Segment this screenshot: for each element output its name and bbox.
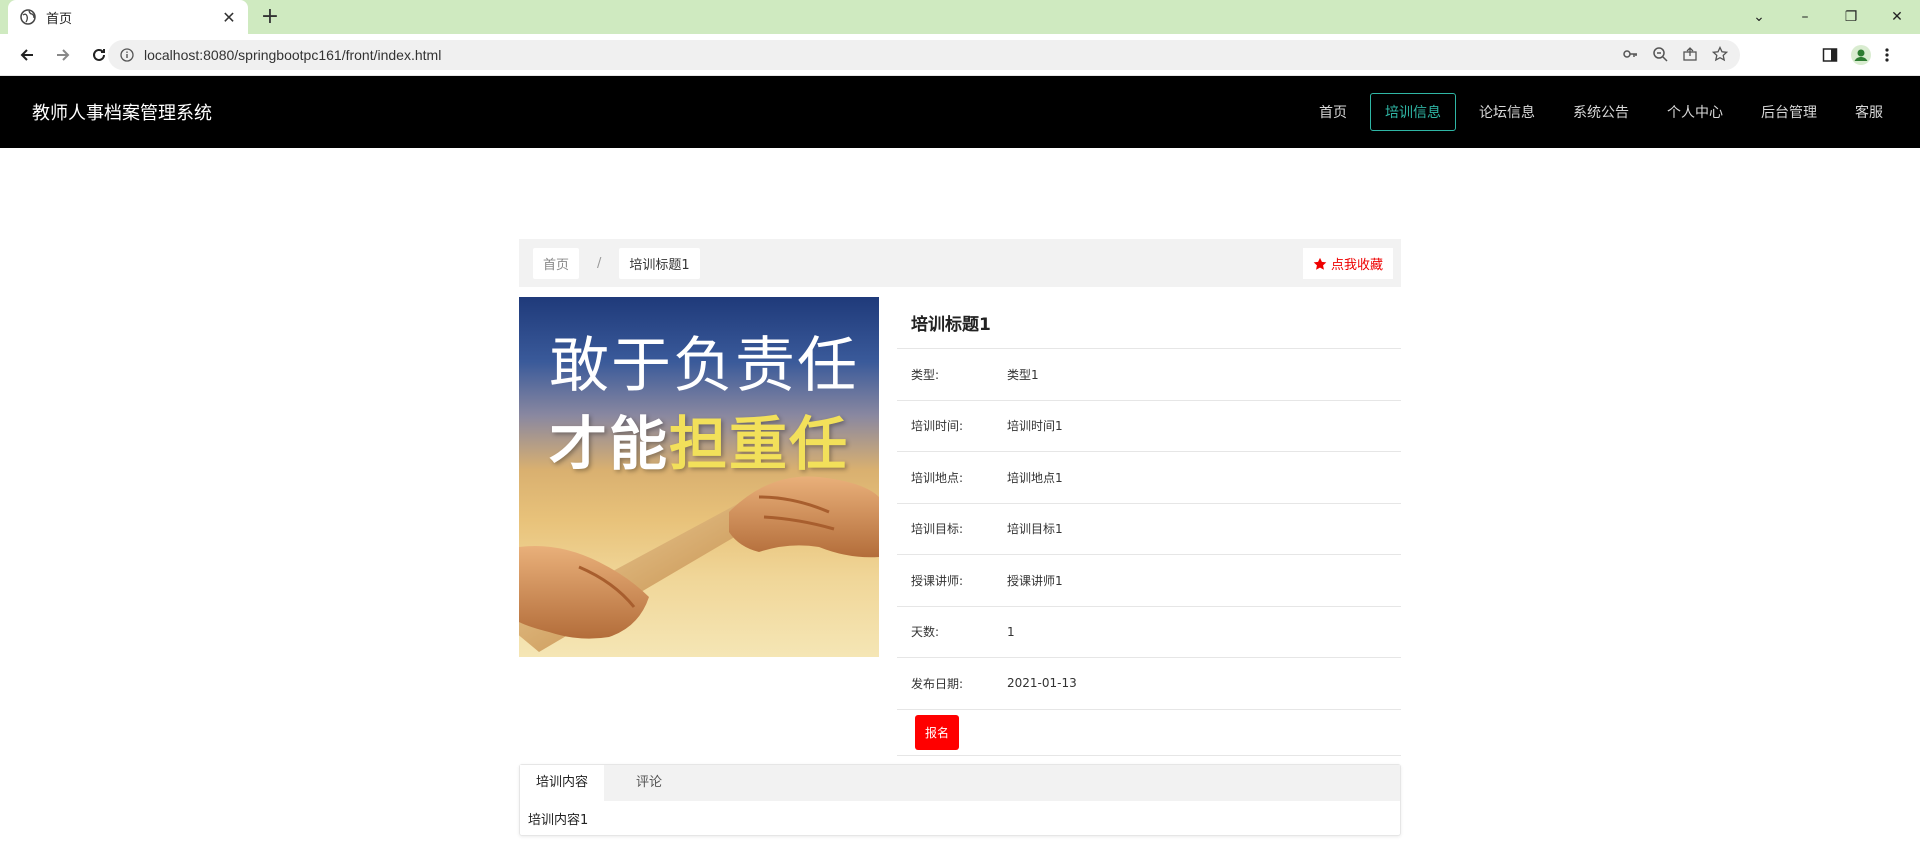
menu-item-customer-service[interactable]: 客服: [1840, 93, 1898, 131]
tab-comments[interactable]: 评论: [620, 765, 678, 801]
menu-item-profile[interactable]: 个人中心: [1652, 93, 1738, 131]
info-value: 类型1: [1007, 367, 1039, 382]
info-row-type: 类型: 类型1: [897, 349, 1401, 401]
content-tabs: 培训内容 评论 培训内容1: [519, 764, 1401, 836]
favorite-label: 点我收藏: [1330, 258, 1383, 273]
bookmark-star-icon[interactable]: [1712, 46, 1728, 62]
site-title: 教师人事档案管理系统: [32, 103, 212, 124]
key-icon[interactable]: [1622, 46, 1638, 62]
info-label: 培训目标:: [911, 522, 964, 537]
forward-button[interactable]: [48, 40, 78, 70]
info-value: 培训目标1: [1007, 522, 1063, 537]
more-menu-icon[interactable]: [1884, 47, 1890, 63]
browser-tab-strip: 首页 ✕ + ⌄ – ❐ ✕: [0, 0, 1920, 34]
breadcrumb-current: 培训标题1: [619, 247, 700, 279]
tab-training-content[interactable]: 培训内容: [520, 765, 605, 801]
tabs-header: 培训内容 评论: [520, 765, 1400, 801]
address-bar[interactable]: localhost:8080/springbootpc161/front/ind…: [108, 40, 1740, 70]
info-label: 培训地点:: [911, 470, 964, 485]
share-icon[interactable]: [1682, 46, 1698, 62]
info-row-goal: 培训目标: 培训目标1: [897, 504, 1401, 555]
info-label: 发布日期:: [911, 676, 964, 691]
poster-subheadline-white: 才能: [549, 410, 670, 478]
zoom-out-icon[interactable]: [1652, 46, 1668, 62]
info-icon[interactable]: [120, 48, 134, 62]
close-tab-icon[interactable]: ✕: [220, 8, 238, 27]
training-poster-image: 敢于负责任 才能担重任: [519, 297, 879, 657]
back-button[interactable]: [12, 40, 42, 70]
info-row-days: 天数: 1: [897, 607, 1401, 658]
tab-title: 首页: [46, 11, 73, 27]
breadcrumb: 首页 / 培训标题1 点我收藏: [519, 239, 1401, 287]
poster-subheadline: 才能担重任: [549, 397, 849, 481]
menu-item-admin[interactable]: 后台管理: [1746, 93, 1832, 131]
browser-tab[interactable]: 首页 ✕: [8, 0, 248, 34]
signup-button[interactable]: 报名: [915, 714, 960, 750]
globe-icon: [20, 9, 36, 25]
poster-headline: 敢于负责任: [549, 331, 859, 401]
info-row-location: 培训地点: 培训地点1: [897, 452, 1401, 504]
training-title: 培训标题1: [897, 297, 1401, 349]
site-header: 教师人事档案管理系统 首页 培训信息 论坛信息 系统公告 个人中心 后台管理 客…: [0, 76, 1920, 148]
arrow-right-icon: [57, 48, 70, 61]
action-row: 报名: [897, 710, 1401, 756]
info-row-lecturer: 授课讲师: 授课讲师1: [897, 555, 1401, 607]
info-value: 2021-01-13: [1007, 676, 1077, 691]
menu-item-training[interactable]: 培训信息: [1370, 93, 1456, 131]
info-label: 天数:: [911, 625, 940, 640]
star-icon: [1313, 257, 1327, 270]
main-menu: 首页 培训信息 论坛信息 系统公告 个人中心 后台管理 客服: [1304, 93, 1898, 131]
breadcrumb-home[interactable]: 首页: [533, 247, 580, 279]
profile-avatar-icon[interactable]: [1850, 44, 1872, 66]
poster-subheadline-yellow: 担重任: [669, 410, 850, 478]
tab-content-text: 培训内容1: [528, 813, 589, 828]
info-row-publish-date: 发布日期: 2021-01-13: [897, 658, 1401, 710]
reload-icon: [93, 48, 105, 61]
detail-container: 首页 / 培训标题1 点我收藏 敢于负责任 才能担重任 培训标题1 类型: 类型…: [519, 239, 1401, 836]
favorite-button[interactable]: 点我收藏: [1302, 248, 1393, 279]
arrow-left-icon: [20, 48, 33, 61]
info-value: 培训地点1: [1007, 470, 1063, 485]
menu-item-forum[interactable]: 论坛信息: [1464, 93, 1550, 131]
info-label: 类型:: [911, 367, 940, 382]
new-tab-button[interactable]: +: [258, 5, 282, 29]
info-label: 授课讲师:: [911, 573, 964, 588]
detail-body: 敢于负责任 才能担重任 培训标题1 类型: 类型1 培训时间: 培训时间1 培训…: [519, 297, 1401, 756]
menu-item-announcements[interactable]: 系统公告: [1558, 93, 1644, 131]
info-value: 培训时间1: [1007, 419, 1063, 434]
breadcrumb-separator: /: [597, 255, 602, 271]
side-panel-icon[interactable]: [1822, 47, 1838, 63]
menu-item-home[interactable]: 首页: [1304, 93, 1362, 131]
url-text: localhost:8080/springbootpc161/front/ind…: [144, 47, 442, 63]
tab-search-icon[interactable]: ⌄: [1736, 0, 1782, 34]
close-window-button[interactable]: ✕: [1874, 0, 1920, 34]
info-label: 培训时间:: [911, 419, 964, 434]
minimize-button[interactable]: –: [1782, 0, 1828, 34]
restore-button[interactable]: ❐: [1828, 0, 1874, 34]
training-info: 培训标题1 类型: 类型1 培训时间: 培训时间1 培训地点: 培训地点1 培训…: [897, 297, 1401, 756]
info-value: 授课讲师1: [1007, 573, 1063, 588]
info-row-time: 培训时间: 培训时间1: [897, 401, 1401, 452]
info-value: 1: [1007, 624, 1015, 639]
